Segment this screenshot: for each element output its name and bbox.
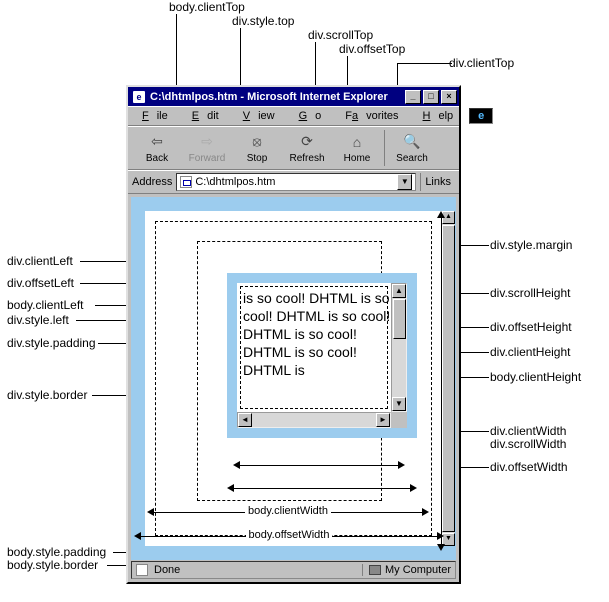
links-toolbar[interactable]: Links: [420, 173, 455, 191]
menu-view[interactable]: View: [235, 108, 291, 124]
home-icon: ⌂: [347, 133, 367, 151]
inner-div-content: is so cool! DHTML is so cool! DHTML is s…: [237, 283, 407, 428]
refresh-button[interactable]: ⟳Refresh: [282, 128, 332, 168]
address-label: Address: [132, 176, 172, 188]
address-bar: Address C:\dhtmlpos.htm ▼ Links: [128, 170, 459, 194]
callout-div-clientwidth: div.clientWidth: [490, 424, 566, 438]
callout-div-style-top: div.style.top: [232, 14, 294, 28]
maximize-button[interactable]: □: [423, 90, 439, 104]
arrow-left-icon: ⇦: [147, 133, 167, 151]
menu-favorites[interactable]: Favorites: [337, 108, 414, 124]
url-input[interactable]: C:\dhtmlpos.htm ▼: [176, 173, 416, 191]
stop-icon: ⦻: [247, 133, 267, 151]
callout-div-offsettop: div.offsetTop: [339, 42, 405, 56]
home-button[interactable]: ⌂Home: [332, 128, 382, 168]
ie-logo-icon: e: [469, 108, 493, 124]
callout-body-clientleft: body.clientLeft: [7, 298, 84, 312]
content-text: is so cool! DHTML is so cool! DHTML is s…: [243, 289, 407, 379]
search-button[interactable]: 🔍Search: [387, 128, 437, 168]
callout-body-style-border: body.style.border: [7, 558, 98, 572]
scroll-left-icon[interactable]: ◄: [238, 413, 252, 427]
computer-icon: [369, 565, 381, 575]
back-button[interactable]: ⇦Back: [132, 128, 182, 168]
inner-div: is so cool! DHTML is so cool! DHTML is s…: [227, 273, 417, 438]
dim-body-offsetwidth: body.offsetWidth: [134, 529, 444, 543]
callout-div-style-border: div.style.border: [7, 388, 87, 402]
callout-div-clientheight: div.clientHeight: [490, 345, 570, 359]
callout-div-style-margin: div.style.margin: [490, 238, 572, 252]
forward-button[interactable]: ⇨Forward: [182, 128, 232, 168]
callout-div-scrollheight: div.scrollHeight: [490, 286, 570, 300]
lead: [397, 63, 452, 64]
ie-window: e C:\dhtmlpos.htm - Microsoft Internet E…: [126, 85, 461, 584]
menu-help[interactable]: Help: [415, 108, 470, 124]
menu-go[interactable]: Go: [291, 108, 338, 124]
diagram-stage: body.clientTop div.style.top div.scrollT…: [0, 0, 609, 602]
callout-div-scrolltop: div.scrollTop: [308, 28, 373, 42]
zone-indicator: My Computer: [362, 564, 451, 576]
callout-div-style-padding: div.style.padding: [7, 336, 96, 350]
callout-body-clienttop: body.clientTop: [169, 0, 245, 14]
status-icon: [136, 564, 148, 576]
stop-button[interactable]: ⦻Stop: [232, 128, 282, 168]
document-body: ▲ ▼ is so cool! DHTML is so cool! DHTML …: [131, 197, 456, 560]
dim-body-clientwidth: body.clientWidth: [147, 505, 429, 519]
scroll-down-icon[interactable]: ▼: [392, 397, 406, 411]
callout-div-clientleft: div.clientLeft: [7, 254, 73, 268]
search-icon: 🔍: [402, 133, 422, 151]
callout-div-offsetheight: div.offsetHeight: [490, 320, 572, 334]
status-text: Done: [154, 564, 180, 576]
document-icon: [180, 176, 192, 188]
close-button[interactable]: ×: [441, 90, 457, 104]
scroll-right-icon[interactable]: ►: [376, 413, 390, 427]
callout-div-style-left: div.style.left: [7, 313, 69, 327]
menu-edit[interactable]: Edit: [184, 108, 235, 124]
menu-file[interactable]: File: [134, 108, 184, 124]
callout-div-offsetwidth: div.offsetWidth: [490, 460, 568, 474]
dim-body-clientheight: [434, 211, 448, 551]
scroll-track[interactable]: [252, 413, 376, 427]
zone-text: My Computer: [385, 564, 451, 576]
scroll-up-icon[interactable]: ▲: [392, 284, 406, 298]
window-title: C:\dhtmlpos.htm - Microsoft Internet Exp…: [150, 91, 388, 103]
scrollbar-corner: [391, 412, 407, 428]
status-bar: Done My Computer: [131, 561, 456, 579]
callout-div-scrollwidth: div.scrollWidth: [490, 437, 566, 451]
callout-div-offsetleft: div.offsetLeft: [7, 276, 74, 290]
url-text: C:\dhtmlpos.htm: [195, 176, 275, 188]
menu-bar: File Edit View Go Favorites Help e: [128, 106, 459, 126]
div-scrollbar-vertical[interactable]: ▲ ▼: [391, 283, 407, 412]
toolbar-separator: [384, 130, 385, 166]
callout-div-clienttop: div.clientTop: [449, 56, 514, 70]
callout-body-style-padding: body.style.padding: [7, 545, 106, 559]
dim-div-clientwidth: [233, 458, 405, 472]
url-dropdown-button[interactable]: ▼: [397, 174, 412, 190]
app-icon: e: [132, 90, 146, 104]
arrow-right-icon: ⇨: [197, 133, 217, 151]
refresh-icon: ⟳: [297, 133, 317, 151]
toolbar: ⇦Back ⇨Forward ⦻Stop ⟳Refresh ⌂Home 🔍Sea…: [128, 126, 459, 170]
minimize-button[interactable]: _: [405, 90, 421, 104]
scroll-thumb[interactable]: [393, 299, 406, 339]
div-scrollbar-horizontal[interactable]: ◄ ►: [237, 412, 391, 428]
dim-div-offsetwidth: [227, 481, 417, 495]
callout-body-clientheight: body.clientHeight: [490, 370, 581, 384]
window-titlebar: e C:\dhtmlpos.htm - Microsoft Internet E…: [128, 87, 459, 106]
